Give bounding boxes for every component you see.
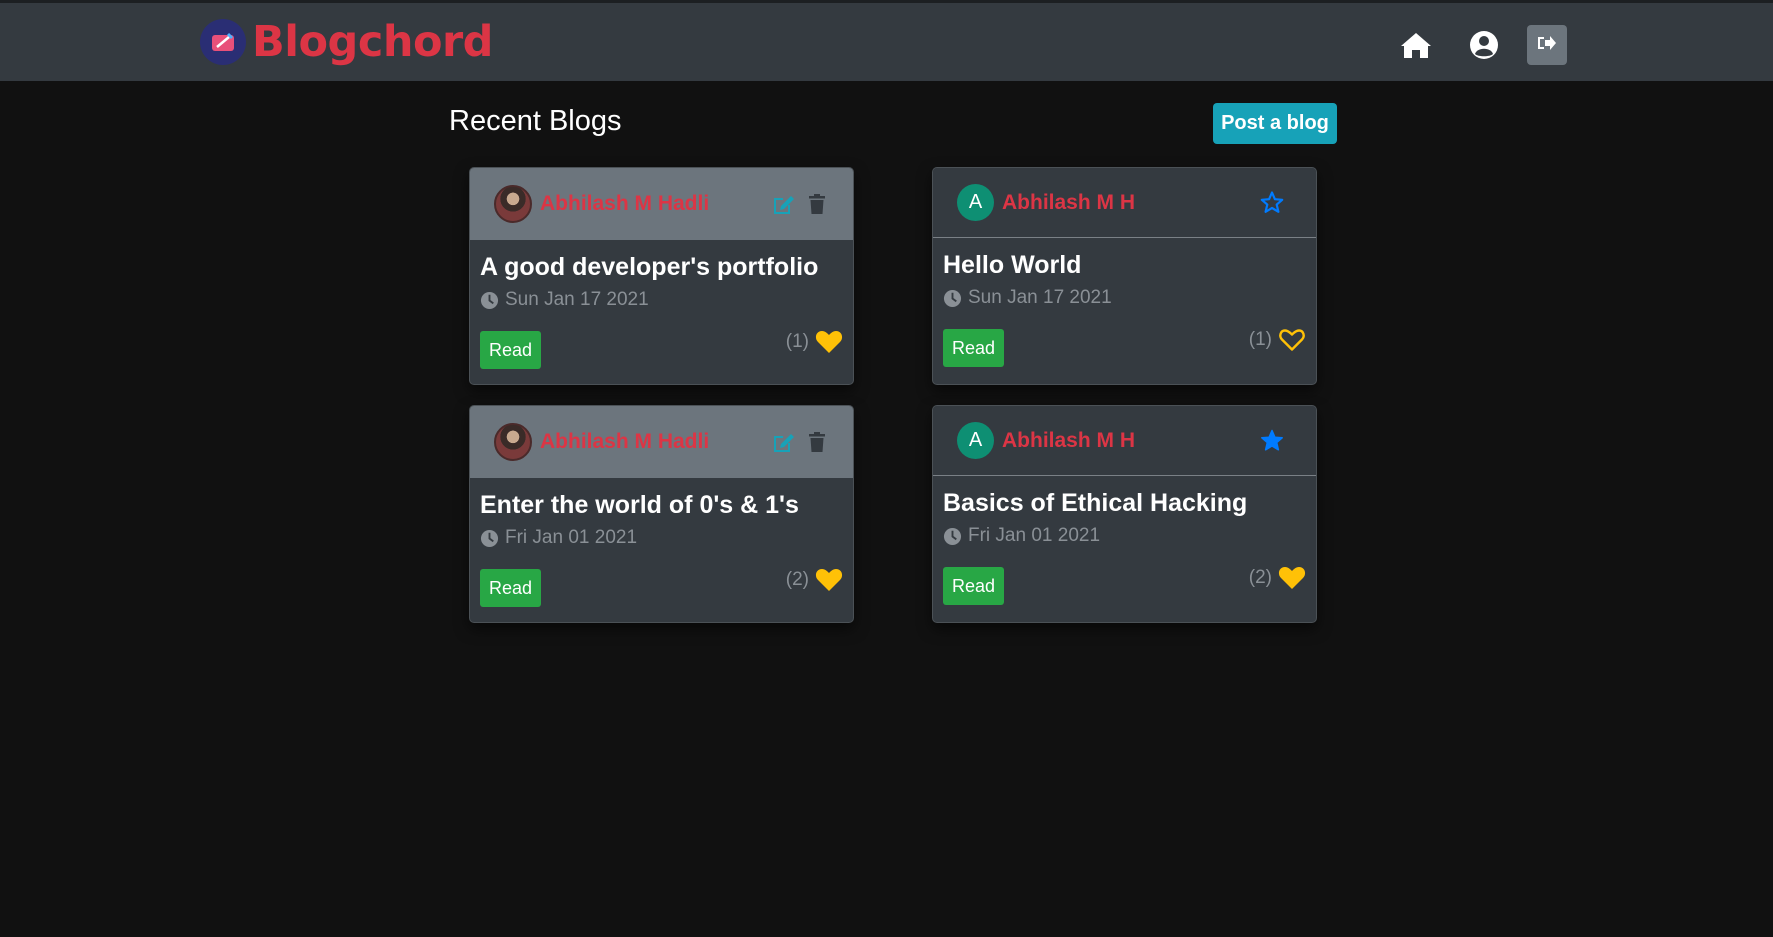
like-count: (1) bbox=[785, 330, 809, 352]
like-group: (2) bbox=[1249, 565, 1306, 590]
star-outline-icon[interactable] bbox=[1260, 168, 1284, 237]
star-filled-icon[interactable] bbox=[1260, 406, 1284, 475]
blog-date: Fri Jan 01 2021 bbox=[943, 525, 1306, 547]
blog-title: Basics of Ethical Hacking bbox=[943, 489, 1248, 517]
card-header: A Abhilash M H bbox=[933, 406, 1316, 476]
avatar[interactable]: A bbox=[957, 422, 994, 459]
blog-date-text: Fri Jan 01 2021 bbox=[968, 525, 1101, 546]
clock-icon bbox=[480, 291, 499, 309]
sign-out-icon bbox=[1537, 34, 1557, 57]
clock-icon bbox=[943, 289, 962, 307]
blog-card: Abhilash M Hadli Enter the world of 0's … bbox=[469, 405, 854, 623]
like-group: (1) bbox=[786, 329, 843, 354]
heart-filled-icon[interactable] bbox=[1278, 565, 1306, 590]
card-header: Abhilash M Hadli bbox=[470, 406, 853, 478]
navbar: Blogchord bbox=[0, 0, 1773, 81]
brand-link[interactable]: Blogchord bbox=[200, 15, 493, 69]
blog-card: Abhilash M Hadli A good developer's port… bbox=[469, 167, 854, 385]
blog-date-text: Sun Jan 17 2021 bbox=[968, 287, 1112, 308]
read-button[interactable]: Read bbox=[943, 329, 1004, 367]
blog-date: Sun Jan 17 2021 bbox=[943, 287, 1306, 309]
like-count: (1) bbox=[1248, 328, 1272, 350]
clock-icon bbox=[943, 527, 962, 545]
edit-icon[interactable] bbox=[771, 430, 795, 454]
read-button[interactable]: Read bbox=[480, 569, 541, 607]
blog-title: Hello World bbox=[943, 251, 1082, 279]
trash-icon[interactable] bbox=[805, 430, 829, 454]
avatar[interactable] bbox=[494, 423, 532, 461]
blog-card: A Abhilash M H Basics of Ethical Hacking… bbox=[932, 405, 1317, 623]
logout-button[interactable] bbox=[1527, 25, 1567, 65]
blog-title: Enter the world of 0's & 1's bbox=[480, 491, 799, 519]
blog-date-text: Fri Jan 01 2021 bbox=[505, 527, 638, 548]
card-body: Enter the world of 0's & 1's Fri Jan 01 … bbox=[470, 478, 853, 622]
author-name[interactable]: Abhilash M H bbox=[1002, 429, 1135, 453]
heart-outline-icon[interactable] bbox=[1278, 327, 1306, 352]
card-body: Basics of Ethical Hacking Fri Jan 01 202… bbox=[933, 476, 1316, 622]
avatar[interactable] bbox=[494, 185, 532, 223]
author-name[interactable]: Abhilash M Hadli bbox=[540, 192, 709, 216]
brand-name: Blogchord bbox=[252, 16, 493, 67]
author-name[interactable]: Abhilash M Hadli bbox=[540, 430, 709, 454]
clock-icon bbox=[480, 529, 499, 547]
like-group: (2) bbox=[786, 567, 843, 592]
blog-card: A Abhilash M H Hello World Sun Jan 17 20… bbox=[932, 167, 1317, 385]
user-circle-icon[interactable] bbox=[1466, 27, 1502, 63]
heart-filled-icon[interactable] bbox=[815, 329, 843, 354]
card-body: Hello World Sun Jan 17 2021 Read (1) bbox=[933, 238, 1316, 384]
post-blog-button[interactable]: Post a blog bbox=[1213, 103, 1337, 144]
read-button[interactable]: Read bbox=[943, 567, 1004, 605]
read-button[interactable]: Read bbox=[480, 331, 541, 369]
like-count: (2) bbox=[1248, 566, 1272, 588]
card-header: Abhilash M Hadli bbox=[470, 168, 853, 240]
like-count: (2) bbox=[785, 568, 809, 590]
blog-date-text: Sun Jan 17 2021 bbox=[505, 289, 649, 310]
like-group: (1) bbox=[1249, 327, 1306, 352]
trash-icon[interactable] bbox=[805, 192, 829, 216]
blog-date: Fri Jan 01 2021 bbox=[480, 527, 843, 549]
page-title: Recent Blogs bbox=[449, 105, 622, 137]
author-name[interactable]: Abhilash M H bbox=[1002, 191, 1135, 215]
home-icon[interactable] bbox=[1398, 27, 1434, 63]
brand-logo-icon bbox=[200, 19, 246, 65]
edit-icon[interactable] bbox=[771, 192, 795, 216]
blog-date: Sun Jan 17 2021 bbox=[480, 289, 843, 311]
card-body: A good developer's portfolio Sun Jan 17 … bbox=[470, 240, 853, 384]
avatar[interactable]: A bbox=[957, 184, 994, 221]
blog-title: A good developer's portfolio bbox=[480, 253, 819, 281]
heart-filled-icon[interactable] bbox=[815, 567, 843, 592]
card-header: A Abhilash M H bbox=[933, 168, 1316, 238]
